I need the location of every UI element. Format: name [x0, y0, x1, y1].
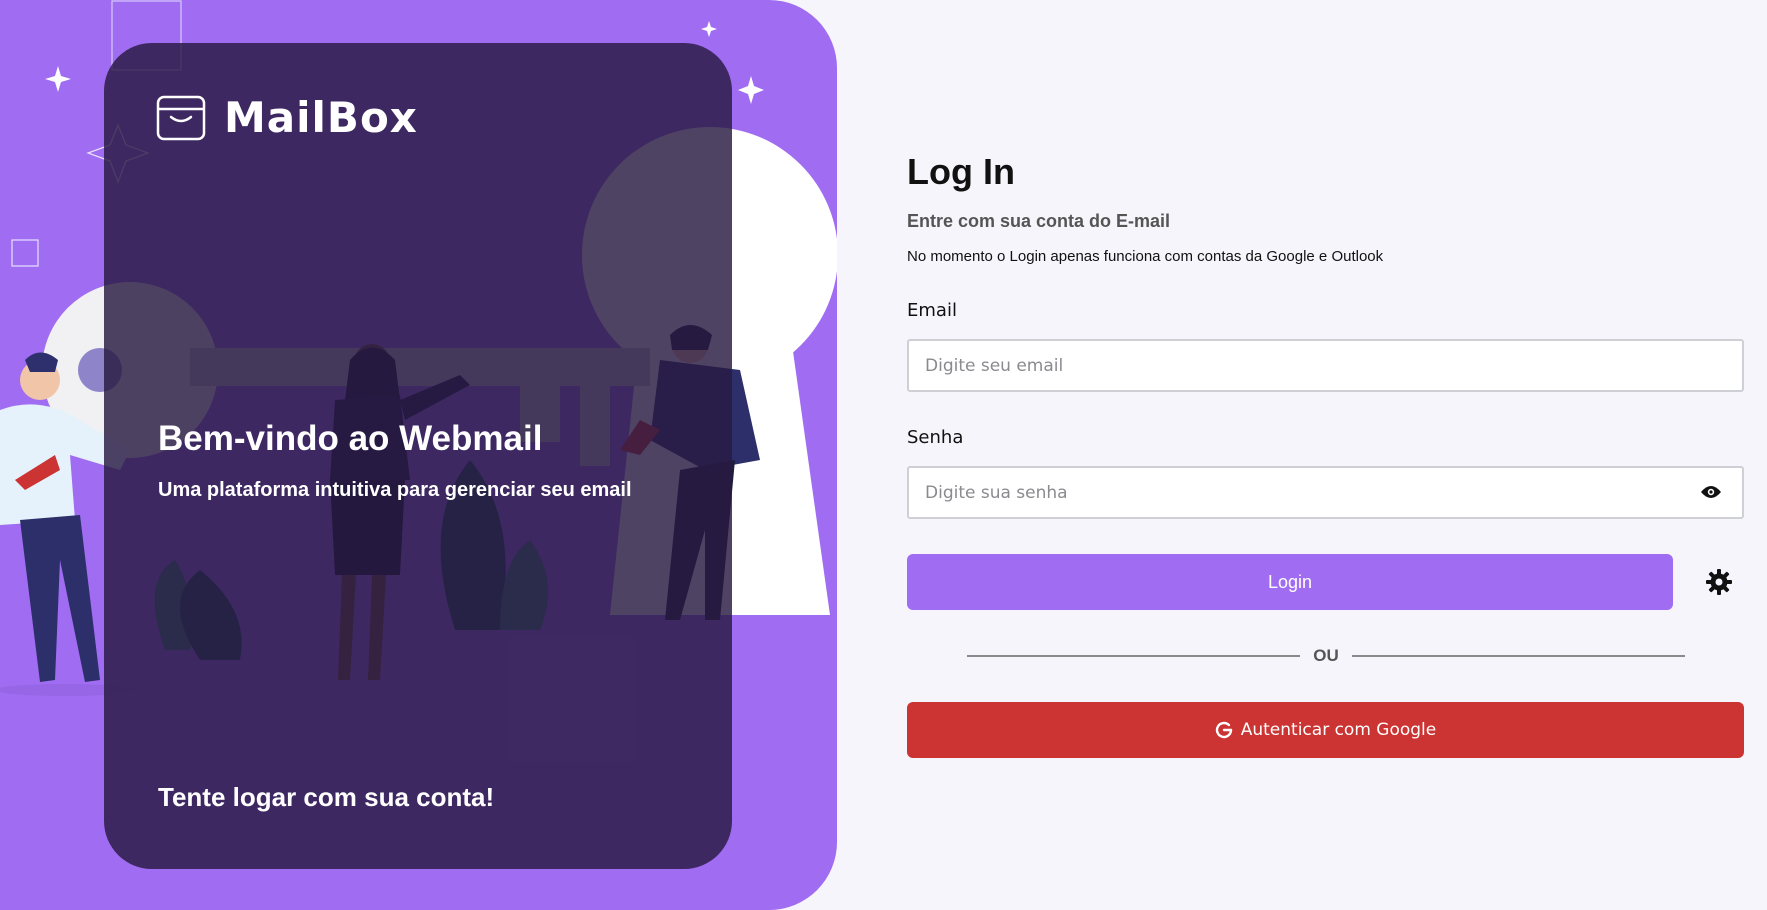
- sparkle-icon: [45, 66, 71, 92]
- google-icon: [1215, 721, 1232, 739]
- sparkle-icon: [738, 76, 764, 104]
- mail-icon: [156, 95, 206, 140]
- google-auth-button[interactable]: Autenticar com Google: [907, 702, 1744, 758]
- hero-title: Bem-vindo ao Webmail: [158, 419, 543, 458]
- password-field[interactable]: [907, 466, 1744, 519]
- logo-text: MailBox: [224, 93, 418, 142]
- or-divider: OU: [967, 646, 1685, 666]
- form-subtitle: Entre com sua conta do E-mail: [907, 211, 1171, 231]
- form-note: No momento o Login apenas funciona com c…: [907, 248, 1384, 265]
- email-label: Email: [907, 300, 957, 321]
- divider-text: OU: [1313, 646, 1339, 665]
- divider-line: [967, 655, 1301, 657]
- login-form: Log In Entre com sua conta do E-mail No …: [907, 0, 1744, 910]
- page-title: Log In: [907, 151, 1015, 192]
- login-button[interactable]: Login: [907, 554, 1673, 610]
- sparkle-icon: [701, 21, 717, 37]
- show-password-button[interactable]: [1698, 480, 1724, 504]
- gear-icon: [1706, 569, 1732, 595]
- google-auth-label: Autenticar com Google: [1240, 720, 1437, 740]
- divider-line: [1351, 655, 1685, 657]
- hero-cta: Tente logar com sua conta!: [158, 782, 495, 812]
- hero-subtitle: Uma plataforma intuitiva para gerenciar …: [158, 479, 632, 501]
- logo: MailBox: [156, 93, 418, 142]
- hero-panel: MailBox Bem-vindo ao Webmail Uma platafo…: [0, 0, 837, 910]
- eye-icon: [1701, 486, 1721, 498]
- email-field[interactable]: [907, 339, 1744, 392]
- settings-button[interactable]: [1704, 567, 1734, 597]
- password-field-wrapper: [907, 466, 1744, 519]
- password-label: Senha: [907, 427, 964, 448]
